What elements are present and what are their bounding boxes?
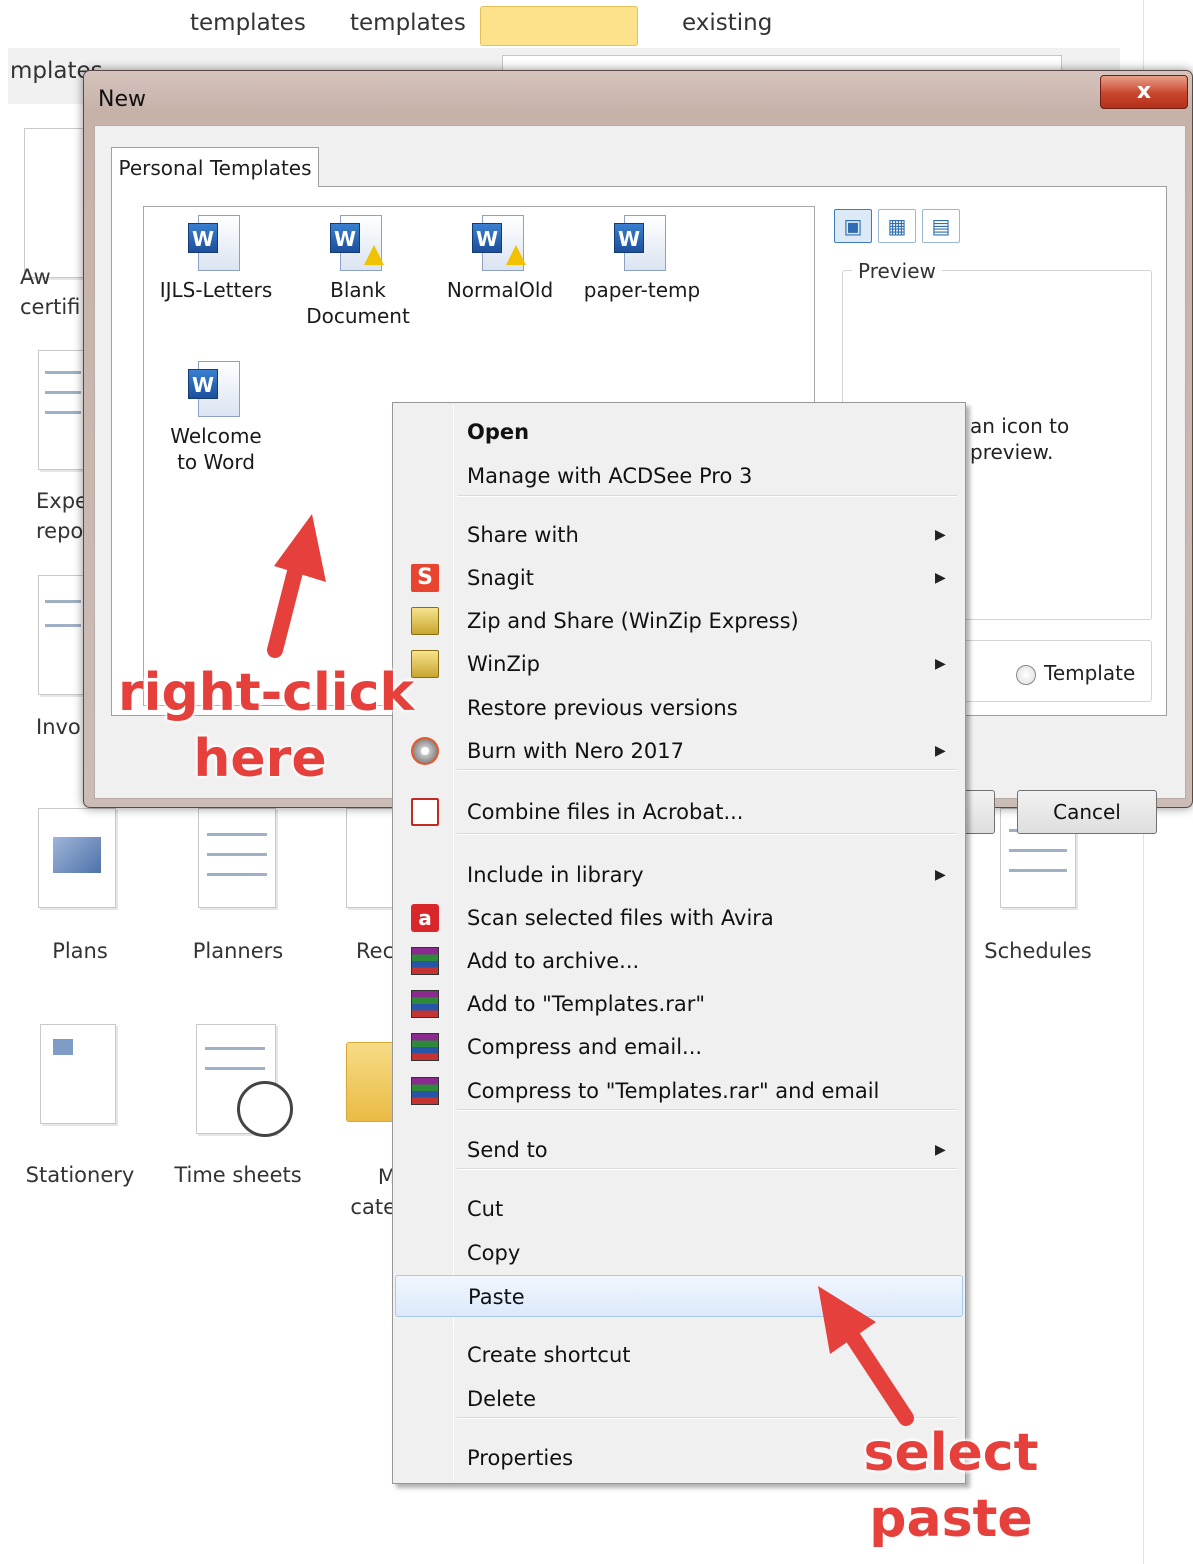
screenshot-root: templates templates existing mplates Aw … xyxy=(0,0,1193,1564)
annotation-select-paste: select paste xyxy=(863,1423,1039,1549)
annotation-right-click-here: right-click here xyxy=(118,663,415,789)
